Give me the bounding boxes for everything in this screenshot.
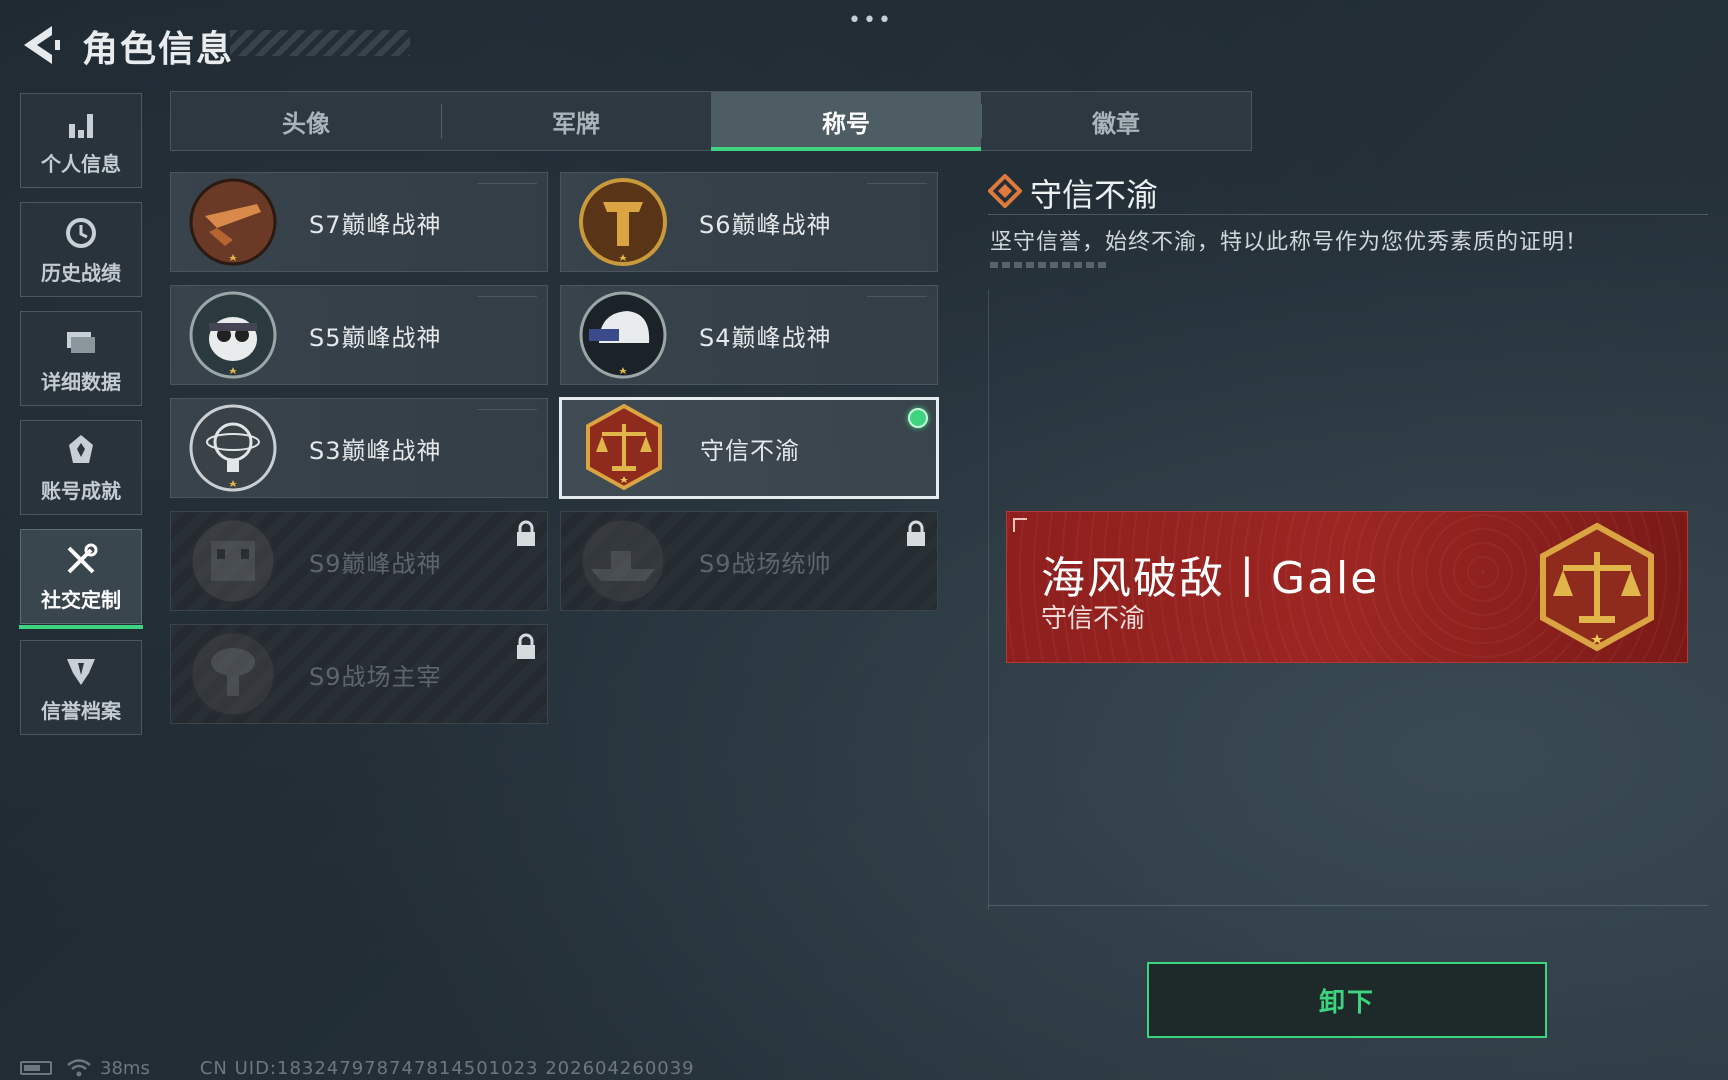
banner-corner xyxy=(1013,518,1027,532)
sidebar-item-label: 社交定制 xyxy=(41,588,121,612)
title-name: S6巅峰战神 xyxy=(699,210,832,239)
title-card-s9-locked[interactable]: S9巅峰战神 xyxy=(170,511,548,611)
uid-text: CN UID:183247978747814501023 20260426003… xyxy=(199,1057,695,1079)
nightvision-helmet-badge-icon xyxy=(579,291,667,379)
wifi-icon xyxy=(67,1059,91,1077)
ping-text: 38ms xyxy=(100,1057,150,1079)
diamond-emblem-icon xyxy=(988,174,1022,208)
sidebar-item-history[interactable]: 历史战绩 xyxy=(20,202,142,297)
detail-title: 守信不渝 xyxy=(1030,176,1159,214)
folder-icon xyxy=(67,332,95,353)
t-shield-badge-icon xyxy=(579,178,667,266)
sidebar-item-label: 信誉档案 xyxy=(41,699,121,723)
sidebar-item-personal-info[interactable]: 个人信息 xyxy=(20,93,142,188)
sidebar-item-achievements[interactable]: 账号成就 xyxy=(20,420,142,515)
tab-title[interactable]: 称号 xyxy=(711,92,981,151)
title-name: 守信不渝 xyxy=(700,436,800,465)
title-card-selected[interactable]: 守信不渝 xyxy=(559,397,939,499)
card-decoration xyxy=(867,296,927,297)
title-preview-banner: 海风破敌丨Gale 守信不渝 xyxy=(1006,511,1688,663)
bar-chart-icon xyxy=(69,114,93,138)
title-name: S9巅峰战神 xyxy=(309,549,442,578)
crossbow-badge-icon xyxy=(189,178,277,266)
title-name: S4巅峰战神 xyxy=(699,323,832,352)
title-card-s6[interactable]: S6巅峰战神 xyxy=(560,172,938,272)
title-card-s9-commander-locked[interactable]: S9战场统帅 xyxy=(560,511,938,611)
mushroom-cloud-badge-icon xyxy=(189,630,277,718)
detail-decoration xyxy=(990,262,1110,268)
player-name: 海风破敌丨Gale xyxy=(1041,553,1380,604)
page-title: 角色信息 xyxy=(82,29,235,70)
card-decoration xyxy=(477,183,537,184)
lock-icon xyxy=(907,520,925,546)
tab-badge[interactable]: 徽章 xyxy=(981,92,1251,150)
card-decoration xyxy=(477,296,537,297)
lock-icon xyxy=(517,520,535,546)
scales-badge-icon xyxy=(586,403,662,491)
title-card-s5[interactable]: S5巅峰战神 xyxy=(170,285,548,385)
category-tabs: 头像 军牌 称号 徽章 xyxy=(170,91,1252,151)
title-card-s7[interactable]: S7巅峰战神 xyxy=(170,172,548,272)
more-options-icon[interactable]: ••• xyxy=(848,8,893,33)
warship-badge-icon xyxy=(579,517,667,605)
sidebar-item-label: 详细数据 xyxy=(41,370,121,394)
tools-icon xyxy=(67,543,98,574)
building-badge-icon xyxy=(189,517,277,605)
card-decoration xyxy=(867,183,927,184)
shield-emblem-icon xyxy=(67,659,95,685)
sidebar-item-label: 账号成就 xyxy=(41,479,121,503)
title-card-s4[interactable]: S4巅峰战神 xyxy=(560,285,938,385)
sidebar-item-reputation[interactable]: 信誉档案 xyxy=(20,640,142,735)
equipped-indicator xyxy=(908,408,928,428)
title-name: S3巅峰战神 xyxy=(309,436,442,465)
preview-divider xyxy=(988,905,1708,906)
detail-divider xyxy=(988,214,1708,215)
sidebar-item-social-customization[interactable]: 社交定制 xyxy=(19,529,143,629)
sidebar-item-label: 个人信息 xyxy=(41,152,121,176)
title-name: S9战场主宰 xyxy=(309,662,442,691)
scales-badge-icon xyxy=(1540,522,1654,652)
medal-icon xyxy=(69,435,93,463)
unequip-button[interactable]: 卸下 xyxy=(1147,962,1547,1038)
player-title: 守信不渝 xyxy=(1041,604,1146,634)
detail-description: 坚守信誉，始终不渝，特以此称号作为您优秀素质的证明！ xyxy=(990,230,1589,255)
back-arrow-icon[interactable] xyxy=(20,24,60,66)
title-decoration xyxy=(230,30,410,56)
sidebar-item-detailed-data[interactable]: 详细数据 xyxy=(20,311,142,406)
card-decoration xyxy=(477,409,537,410)
title-name: S7巅峰战神 xyxy=(309,210,442,239)
title-name: S5巅峰战神 xyxy=(309,323,442,352)
status-bar: 38ms CN UID:183247978747814501023 202604… xyxy=(20,1056,695,1080)
title-name: S9战场统帅 xyxy=(699,549,832,578)
title-card-s9-dominator-locked[interactable]: S9战场主宰 xyxy=(170,624,548,724)
diver-skull-badge-icon xyxy=(189,291,277,379)
lock-icon xyxy=(517,633,535,659)
history-clock-icon xyxy=(66,218,96,248)
tab-avatar[interactable]: 头像 xyxy=(171,92,441,150)
sidebar-item-label: 历史战绩 xyxy=(41,261,121,285)
battery-icon xyxy=(20,1061,52,1075)
globe-badge-icon xyxy=(189,404,277,492)
tab-dog-tag[interactable]: 军牌 xyxy=(441,92,711,150)
title-card-s3[interactable]: S3巅峰战神 xyxy=(170,398,548,498)
